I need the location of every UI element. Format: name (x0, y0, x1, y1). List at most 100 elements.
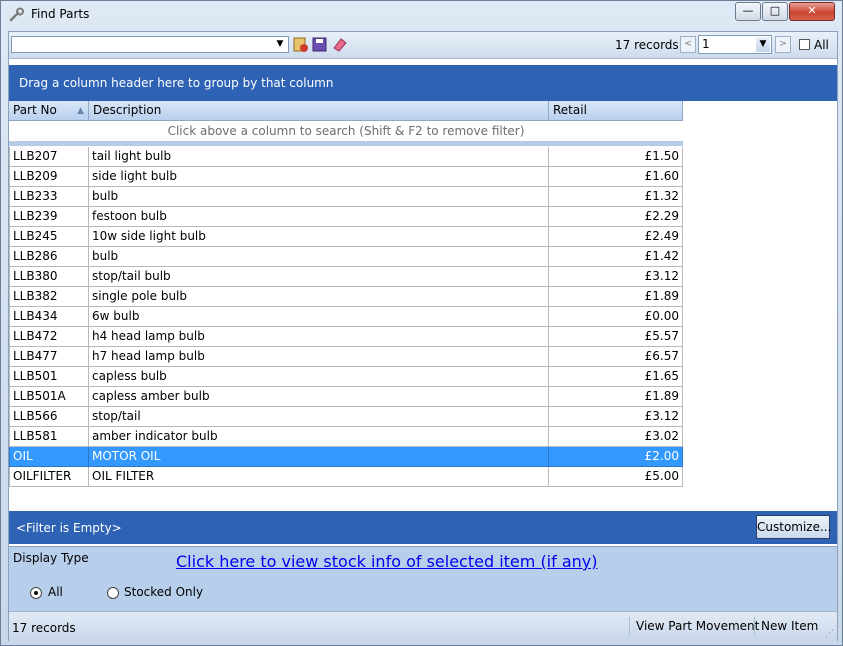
table-row[interactable]: LLB286 bulb £1.42 (9, 247, 683, 267)
customize-button[interactable]: Customize... (756, 515, 831, 539)
cell-part-no[interactable]: LLB581 (9, 427, 89, 447)
cell-retail[interactable]: £1.50 (549, 147, 683, 167)
title-bar[interactable]: Find Parts — □ ✕ (1, 1, 842, 29)
cell-description[interactable]: bulb (89, 187, 549, 207)
cell-part-no[interactable]: LLB245 (9, 227, 89, 247)
radio-all[interactable] (30, 587, 42, 599)
cell-description[interactable]: 10w side light bulb (89, 227, 549, 247)
view-part-movement-button[interactable]: View Part Movement (629, 617, 759, 635)
maximize-button[interactable]: □ (762, 2, 788, 21)
column-header-description[interactable]: Description (89, 101, 549, 121)
cell-retail[interactable]: £3.02 (549, 427, 683, 447)
column-header-retail[interactable]: Retail (549, 101, 683, 121)
group-by-panel[interactable]: Drag a column header here to group by th… (9, 65, 837, 101)
cell-description[interactable]: h7 head lamp bulb (89, 347, 549, 367)
cell-part-no[interactable]: LLB380 (9, 267, 89, 287)
column-header-part-no[interactable]: Part No ▲ (9, 101, 89, 121)
cell-description[interactable]: single pole bulb (89, 287, 549, 307)
chevron-down-icon[interactable]: ▼ (273, 38, 287, 51)
cell-part-no[interactable]: LLB233 (9, 187, 89, 207)
cell-retail[interactable]: £1.89 (549, 287, 683, 307)
grid-rows: LLB207 tail light bulb £1.50 LLB209 side lig… (9, 147, 683, 487)
cell-part-no[interactable]: LLB566 (9, 407, 89, 427)
cell-description[interactable]: festoon bulb (89, 207, 549, 227)
new-item-button[interactable]: New Item (754, 617, 818, 635)
table-row[interactable]: LLB472 h4 head lamp bulb £5.57 (9, 327, 683, 347)
cell-part-no[interactable]: LLB382 (9, 287, 89, 307)
cell-part-no[interactable]: LLB286 (9, 247, 89, 267)
filter-status-text[interactable]: <Filter is Empty> (16, 521, 122, 535)
minimize-button[interactable]: — (735, 2, 761, 21)
prev-page-button[interactable]: < (680, 36, 696, 53)
cell-description[interactable]: stop/tail bulb (89, 267, 549, 287)
cell-retail[interactable]: £0.00 (549, 307, 683, 327)
cell-retail[interactable]: £1.42 (549, 247, 683, 267)
cell-description[interactable]: capless bulb (89, 367, 549, 387)
table-row[interactable]: LLB501A capless amber bulb £1.89 (9, 387, 683, 407)
cell-part-no[interactable]: LLB239 (9, 207, 89, 227)
table-row[interactable]: LLB501 capless bulb £1.65 (9, 367, 683, 387)
table-row[interactable]: LLB209 side light bulb £1.60 (9, 167, 683, 187)
table-row[interactable]: LLB434 6w bulb £0.00 (9, 307, 683, 327)
cell-part-no[interactable]: LLB207 (9, 147, 89, 167)
radio-stocked-only[interactable] (107, 587, 119, 599)
cell-retail[interactable]: £2.29 (549, 207, 683, 227)
table-row[interactable]: LLB382 single pole bulb £1.89 (9, 287, 683, 307)
cell-part-no[interactable]: LLB434 (9, 307, 89, 327)
next-page-button[interactable]: > (775, 36, 791, 53)
cell-retail[interactable]: £5.57 (549, 327, 683, 347)
table-row[interactable]: LLB239 festoon bulb £2.29 (9, 207, 683, 227)
cell-part-no[interactable]: LLB501 (9, 367, 89, 387)
filter-row[interactable]: Click above a column to search (Shift & … (9, 121, 683, 142)
page-select[interactable]: 1 ▼ (698, 35, 772, 54)
cell-description[interactable]: amber indicator bulb (89, 427, 549, 447)
cell-description[interactable]: side light bulb (89, 167, 549, 187)
save-icon[interactable] (311, 36, 328, 53)
cell-retail[interactable]: £6.57 (549, 347, 683, 367)
cell-description[interactable]: stop/tail (89, 407, 549, 427)
resize-grip-icon[interactable]: ⋰ (825, 629, 835, 639)
cell-part-no[interactable]: LLB209 (9, 167, 89, 187)
cell-retail[interactable]: £5.00 (549, 467, 683, 487)
eraser-icon[interactable] (331, 36, 348, 53)
table-row[interactable]: LLB380 stop/tail bulb £3.12 (9, 267, 683, 287)
search-combo[interactable]: ▼ (11, 36, 289, 53)
cell-retail[interactable]: £1.89 (549, 387, 683, 407)
cell-retail[interactable]: £2.49 (549, 227, 683, 247)
table-row[interactable]: LLB477 h7 head lamp bulb £6.57 (9, 347, 683, 367)
cell-description[interactable]: bulb (89, 247, 549, 267)
table-row[interactable]: LLB581 amber indicator bulb £3.02 (9, 427, 683, 447)
cell-retail[interactable]: £1.60 (549, 167, 683, 187)
cell-part-no[interactable]: LLB472 (9, 327, 89, 347)
all-checkbox[interactable] (799, 39, 810, 50)
chevron-down-icon[interactable]: ▼ (756, 37, 770, 52)
table-row[interactable]: OILFILTER OIL FILTER £5.00 (9, 467, 683, 487)
cell-retail[interactable]: £2.00 (549, 447, 683, 467)
radio-all-label[interactable]: All (48, 585, 63, 599)
group-by-hint: Drag a column header here to group by th… (19, 76, 334, 90)
cell-description[interactable]: 6w bulb (89, 307, 549, 327)
cell-part-no[interactable]: LLB477 (9, 347, 89, 367)
cell-description[interactable]: OIL FILTER (89, 467, 549, 487)
close-button[interactable]: ✕ (789, 2, 835, 21)
parts-grid: Part No ▲ Description Retail Click above… (9, 101, 837, 511)
cell-description[interactable]: tail light bulb (89, 147, 549, 167)
table-row[interactable]: LLB566 stop/tail £3.12 (9, 407, 683, 427)
cell-part-no[interactable]: OIL (9, 447, 89, 467)
table-row[interactable]: LLB207 tail light bulb £1.50 (9, 147, 683, 167)
cell-retail[interactable]: £1.32 (549, 187, 683, 207)
cell-part-no[interactable]: LLB501A (9, 387, 89, 407)
radio-stocked-only-label[interactable]: Stocked Only (124, 585, 203, 599)
stock-info-link[interactable]: Click here to view stock info of selecte… (176, 552, 598, 571)
cell-description[interactable]: MOTOR OIL (89, 447, 549, 467)
cell-part-no[interactable]: OILFILTER (9, 467, 89, 487)
cell-description[interactable]: h4 head lamp bulb (89, 327, 549, 347)
cell-description[interactable]: capless amber bulb (89, 387, 549, 407)
table-row[interactable]: LLB245 10w side light bulb £2.49 (9, 227, 683, 247)
table-row[interactable]: OIL MOTOR OIL £2.00 (9, 447, 683, 467)
cell-retail[interactable]: £3.12 (549, 267, 683, 287)
cell-retail[interactable]: £3.12 (549, 407, 683, 427)
table-row[interactable]: LLB233 bulb £1.32 (9, 187, 683, 207)
filter-delete-icon[interactable] (292, 36, 309, 53)
cell-retail[interactable]: £1.65 (549, 367, 683, 387)
